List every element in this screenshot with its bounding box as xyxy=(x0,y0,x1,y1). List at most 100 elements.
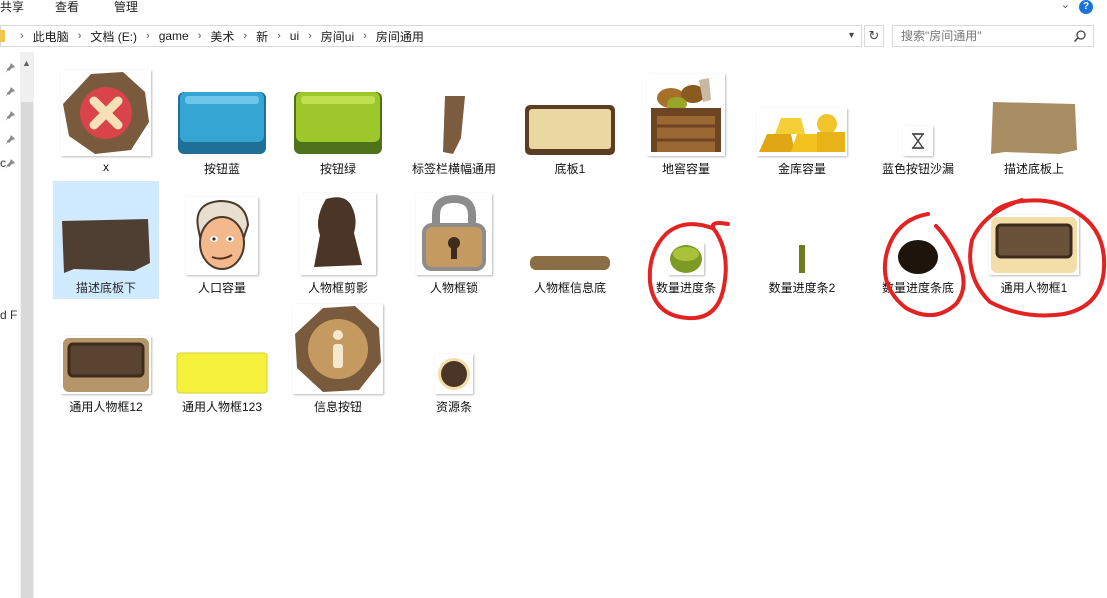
file-item[interactable]: 蓝色按钮沙漏 xyxy=(865,62,971,180)
green-pill-icon xyxy=(668,243,704,275)
breadcrumb-art[interactable]: 美术 xyxy=(210,28,234,45)
file-name: 按钮绿 xyxy=(319,162,356,176)
ribbon-collapse-chevron-icon[interactable]: ⌄ xyxy=(1061,0,1070,11)
file-item[interactable]: 金库容量 xyxy=(749,62,855,180)
file-name: x xyxy=(103,160,109,174)
blue-button-icon xyxy=(177,88,267,156)
file-name: 底板1 xyxy=(554,162,586,176)
file-item[interactable]: 标签栏横幅通用 xyxy=(401,62,507,180)
file-item[interactable]: 人物框信息底 xyxy=(517,181,623,299)
search-icon[interactable] xyxy=(1073,29,1087,43)
file-item-selected[interactable]: 描述底板下 xyxy=(53,181,159,299)
breadcrumb-ui[interactable]: ui xyxy=(290,29,299,43)
character-frame-icon xyxy=(61,336,151,394)
breadcrumb-room-common[interactable]: 房间通用 xyxy=(376,28,424,45)
file-name: 金库容量 xyxy=(777,162,826,176)
file-name: 数量进度条 xyxy=(655,281,716,295)
green-button-icon xyxy=(293,88,383,156)
green-bar-icon xyxy=(798,243,806,275)
scroll-up-arrow-icon[interactable]: ▲ xyxy=(22,58,31,68)
file-name: 蓝色按钮沙漏 xyxy=(881,162,954,176)
file-name: 通用人物框123 xyxy=(181,400,263,414)
file-item[interactable]: 人物框剪影 xyxy=(285,181,391,299)
file-name: 人物框信息底 xyxy=(533,281,606,295)
file-item[interactable]: 通用人物框123 xyxy=(169,300,275,418)
file-item[interactable]: 人口容量 xyxy=(169,181,275,299)
silhouette-icon xyxy=(300,193,376,275)
villager-face-icon xyxy=(186,197,258,275)
padlock-icon xyxy=(416,193,492,275)
yellow-frame-icon xyxy=(176,352,268,394)
breadcrumb-drive-e[interactable]: 文档 (E:) xyxy=(90,28,137,45)
ribbon-tab-share[interactable]: 共享 xyxy=(0,0,24,16)
breadcrumb-this-pc[interactable]: 此电脑 xyxy=(33,28,69,45)
tag-banner-icon xyxy=(435,94,473,156)
search-box[interactable] xyxy=(892,25,1094,47)
description-panel-top-icon xyxy=(989,100,1079,156)
file-name: 人物框锁 xyxy=(429,281,478,295)
chevron-right-icon[interactable]: › xyxy=(78,30,82,42)
file-name: 通用人物框1 xyxy=(1000,281,1068,295)
help-icon[interactable]: ? xyxy=(1079,0,1093,14)
nav-item-truncated[interactable]: d F xyxy=(0,308,17,322)
file-name: 数量进度条2 xyxy=(768,281,836,295)
ribbon-tab-manage[interactable]: 管理 xyxy=(114,0,138,16)
chevron-right-icon[interactable]: › xyxy=(243,30,247,42)
address-dropdown-chevron-icon[interactable]: ▾ xyxy=(849,30,854,41)
resource-circle-icon xyxy=(435,354,473,394)
hourglass-icon xyxy=(903,126,933,156)
file-item[interactable]: 数量进度条底 xyxy=(865,181,971,299)
info-badge-icon xyxy=(293,304,383,394)
file-item[interactable]: 按钮绿 xyxy=(285,62,391,180)
chevron-right-icon[interactable]: › xyxy=(363,30,367,42)
cellar-crate-icon xyxy=(647,74,725,156)
ribbon-tab-view[interactable]: 查看 xyxy=(55,0,79,16)
file-name: 按钮蓝 xyxy=(203,162,240,176)
gold-bars-icon xyxy=(757,108,847,156)
file-name: 通用人物框12 xyxy=(69,400,143,414)
info-strip-icon xyxy=(529,255,611,271)
nav-scrollbar[interactable]: ▲ xyxy=(20,52,34,598)
refresh-button[interactable]: ↻ xyxy=(864,25,884,47)
pin-icon[interactable] xyxy=(4,86,16,98)
chevron-right-icon[interactable]: › xyxy=(277,30,281,42)
address-bar[interactable]: › 此电脑 › 文档 (E:) › game › 美术 › 新 › ui › 房… xyxy=(0,25,862,47)
nav-scrollbar-thumb[interactable] xyxy=(21,102,33,598)
close-x-badge-icon xyxy=(61,70,151,156)
file-item[interactable]: 人物框锁 xyxy=(401,181,507,299)
file-name: 人口容量 xyxy=(197,281,246,295)
chevron-right-icon[interactable]: › xyxy=(20,30,24,42)
file-item[interactable]: 底板1 xyxy=(517,62,623,180)
file-item[interactable]: 资源条 xyxy=(401,300,507,418)
file-name: 地窖容量 xyxy=(661,162,710,176)
nav-item-truncated[interactable]: c xyxy=(0,156,6,170)
file-item[interactable]: 信息按钮 xyxy=(285,300,391,418)
file-item[interactable]: 数量进度条2 xyxy=(749,181,855,299)
file-item[interactable]: 按钮蓝 xyxy=(169,62,275,180)
file-name: 资源条 xyxy=(435,400,472,414)
breadcrumb-game[interactable]: game xyxy=(159,29,189,43)
description-panel-bottom-icon xyxy=(60,217,152,275)
file-item[interactable]: 地窖容量 xyxy=(633,62,739,180)
breadcrumb-room-ui[interactable]: 房间ui xyxy=(321,28,354,45)
pin-icon[interactable] xyxy=(4,110,16,122)
character-frame-icon xyxy=(989,215,1079,275)
file-item[interactable]: 描述底板上 xyxy=(981,62,1087,180)
breadcrumb-new[interactable]: 新 xyxy=(256,28,268,45)
chevron-right-icon[interactable]: › xyxy=(146,30,150,42)
refresh-icon: ↻ xyxy=(868,28,880,43)
chevron-right-icon[interactable]: › xyxy=(308,30,312,42)
dark-pill-icon xyxy=(896,239,940,275)
file-name: 数量进度条底 xyxy=(881,281,954,295)
search-input[interactable] xyxy=(901,28,1071,44)
file-name: 描述底板下 xyxy=(75,281,136,295)
chevron-right-icon[interactable]: › xyxy=(198,30,202,42)
file-item[interactable]: 数量进度条 xyxy=(633,181,739,299)
file-item[interactable]: 通用人物框1 xyxy=(981,181,1087,299)
file-item[interactable]: x xyxy=(53,62,159,180)
pin-icon[interactable] xyxy=(4,134,16,146)
pin-icon[interactable] xyxy=(4,62,16,74)
file-item[interactable]: 通用人物框12 xyxy=(53,300,159,418)
file-list: x 按钮蓝 按钮绿 标签栏横幅通用 底板1 地窖容量 金库容量 蓝色按钮沙漏 描… xyxy=(36,52,1107,598)
file-name: 描述底板上 xyxy=(1003,162,1064,176)
